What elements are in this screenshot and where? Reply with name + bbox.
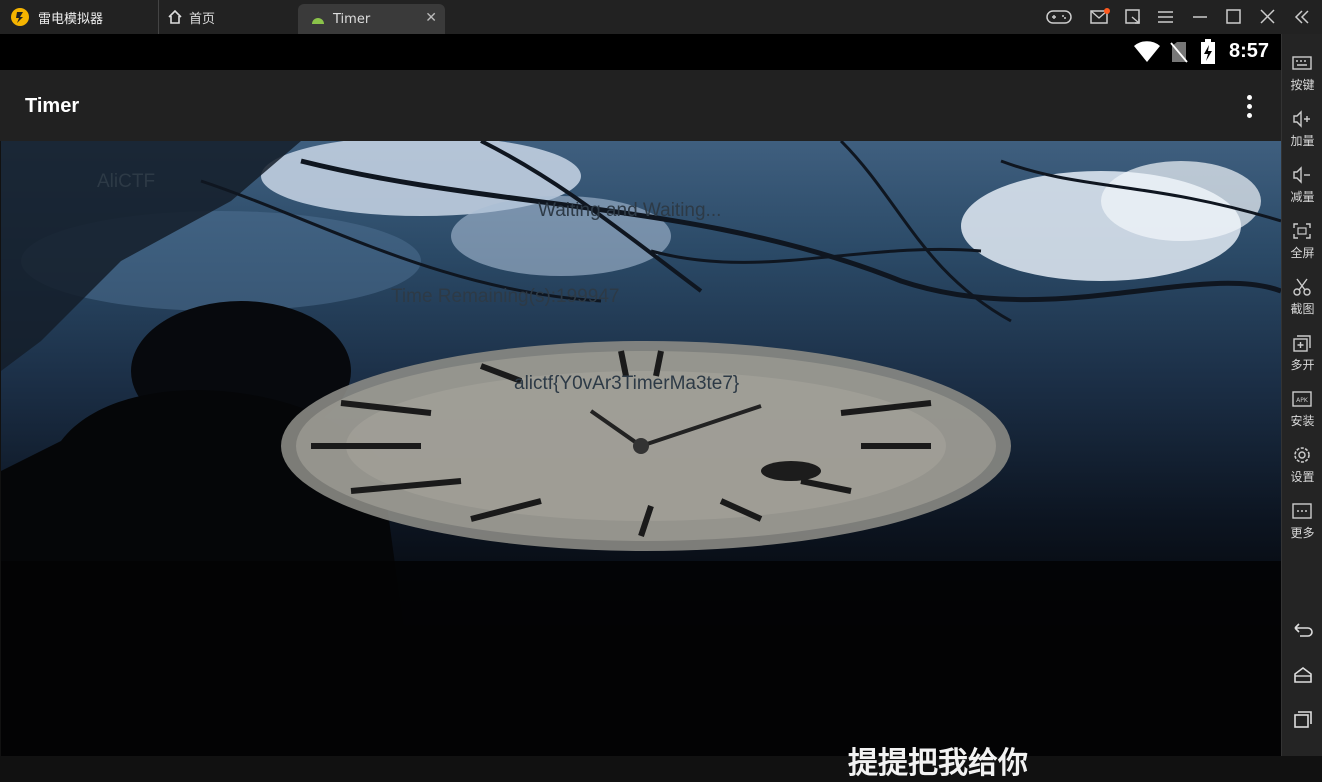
recents-icon[interactable] [1292,708,1314,730]
status-clock: 8:57 [1228,40,1269,62]
sidebar-item-label: 减量 [1290,190,1315,204]
tab-timer-label: Timer [333,11,371,27]
sidebar-item-volume-down[interactable]: 减量 [1282,162,1322,214]
flag-text: alictf{Y0vAr3TimerMa3te7} [514,373,740,394]
volume-up-icon [1293,110,1310,128]
tab-close-icon[interactable]: ✕ [425,10,437,26]
collapse-icon[interactable] [1292,8,1312,26]
sidebar-item-multi[interactable]: 多开 [1282,330,1322,382]
no-sim-icon [1170,42,1188,63]
sidebar-item-keys[interactable]: 按键 [1282,50,1322,102]
sidebar-item-label: 加量 [1290,134,1315,148]
ldplayer-logo-icon [11,8,29,26]
home-icon [168,9,182,24]
sidebar-item-label: 截图 [1290,302,1315,316]
sidebar-item-volume-up[interactable]: 加量 [1282,106,1322,158]
menu-icon[interactable] [1156,8,1176,26]
sidebar-item-fullscreen[interactable]: 全屏 [1282,218,1322,270]
brand-label: 雷电模拟器 [38,11,104,27]
home-icon[interactable] [1292,664,1314,686]
sidebar-item-label: 按键 [1290,78,1315,92]
gear-icon [1294,447,1310,463]
minimize-icon[interactable] [1190,8,1210,26]
sidebar-item-screenshot[interactable]: 截图 [1282,274,1322,326]
waiting-text: Waiting and Waiting... [538,200,722,221]
bottom-overlay-text: 提提把我给你 [848,746,1028,781]
fullscreen-icon [1293,223,1311,239]
sidebar-item-more[interactable]: 更多 [1282,498,1322,550]
tab-timer[interactable]: Timer ✕ [298,4,445,34]
more-icon [1292,503,1312,519]
app-title: Timer [25,95,80,117]
multi-instance-icon [1293,335,1311,352]
tab-home[interactable]: 首页 [158,0,215,34]
sidebar-item-label: 全屏 [1290,246,1315,260]
sidebar-item-label: 安装 [1290,414,1315,428]
sidebar-item-label: 设置 [1290,470,1315,484]
clock-background-art [1,141,1281,756]
mail-icon[interactable] [1090,8,1110,26]
alictf-label: AliCTF [97,171,156,192]
maximize-icon[interactable] [1224,8,1244,26]
timer-background-image: AliCTF Waiting and Waiting... Time Remai… [1,141,1281,756]
gamepad-icon[interactable] [1046,8,1072,26]
apk-icon: APK [1292,391,1312,407]
volume-down-icon [1293,166,1310,184]
battery-icon [1201,39,1215,64]
emulator-titlebar: 雷电模拟器 首页 Timer ✕ [0,0,1322,34]
app-bar: Timer [0,70,1281,141]
scissors-icon [1293,278,1311,296]
close-icon[interactable] [1258,8,1278,26]
time-remaining-text: Time Remaining(s):199947 [391,286,620,307]
sidebar-item-label: 多开 [1290,358,1315,372]
emulator-sidebar: 按键 加量 减量 全屏 截图 多开 APK 安装 设置 更多 [1281,34,1322,756]
more-vert-icon[interactable] [1239,92,1259,120]
brand-tab[interactable]: 雷电模拟器 [10,0,103,34]
sidebar-item-install[interactable]: APK 安装 [1282,386,1322,438]
svg-text:APK: APK [1296,397,1309,404]
external-icon[interactable] [1124,8,1144,26]
keyboard-icon [1292,56,1312,70]
status-bar: 8:57 [0,34,1281,70]
sidebar-item-settings[interactable]: 设置 [1282,442,1322,494]
wifi-icon [1134,41,1160,62]
back-icon[interactable] [1292,620,1314,642]
sidebar-item-label: 更多 [1290,526,1315,540]
android-icon [312,18,324,24]
tab-home-label: 首页 [189,11,216,27]
